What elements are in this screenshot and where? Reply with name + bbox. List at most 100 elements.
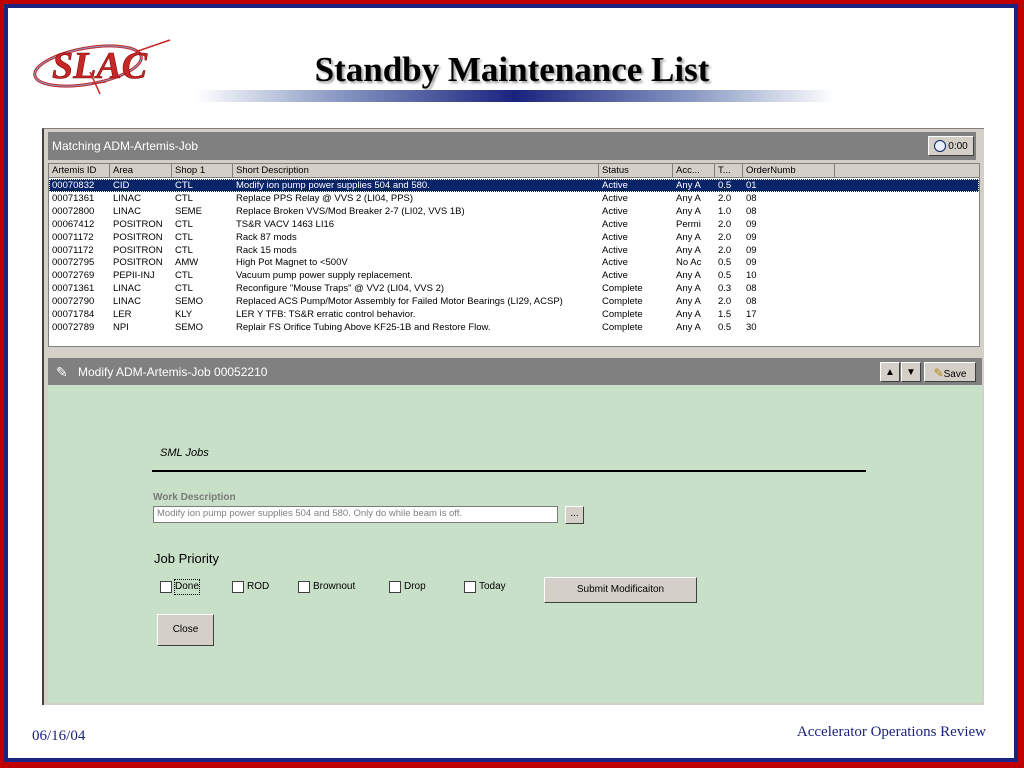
column-header-area[interactable]: Area bbox=[110, 164, 172, 178]
table-cell-order: 01 bbox=[746, 180, 757, 191]
table-cell-status: Active bbox=[602, 257, 628, 269]
column-header-short-description[interactable]: Short Description bbox=[233, 164, 599, 178]
table-cell-status: Active bbox=[602, 205, 628, 217]
table-row[interactable]: 00070832 CID CTL Modify ion pump power supp… bbox=[49, 179, 979, 192]
footer-title: Accelerator Operations Review bbox=[796, 724, 986, 740]
table-cell-area: LER bbox=[113, 309, 132, 320]
table-cell-area: LINAC bbox=[113, 283, 141, 295]
work-description-field[interactable]: Modify ion pump power supplies 504 and 5… bbox=[153, 506, 558, 523]
table-cell-id: 00071784 bbox=[52, 309, 95, 320]
checkbox-box[interactable] bbox=[464, 581, 476, 593]
checkbox-label: Done bbox=[174, 579, 200, 595]
table-cell-desc: Rack 87 mods bbox=[236, 231, 297, 243]
checkbox-box[interactable] bbox=[160, 581, 172, 593]
table-row[interactable]: 00072790 LINAC SEMO Replaced ACS Pump/Motor… bbox=[49, 295, 979, 308]
table-cell-acc: Any A bbox=[676, 309, 701, 320]
table-cell-t: 0.5 bbox=[718, 180, 732, 191]
table-row[interactable]: 00072795 POSITRON AMW High Pot Magnet to <5… bbox=[49, 256, 979, 269]
table-cell-order: 17 bbox=[746, 309, 757, 320]
triangle-down-icon: ▼ bbox=[906, 367, 916, 378]
list-panel-header: Matching ADM-Artemis-Job 0:00 bbox=[48, 132, 976, 160]
table-cell-area: NPI bbox=[113, 321, 129, 333]
column-header-status[interactable]: Status bbox=[599, 164, 673, 178]
submit-modification-button[interactable]: Submit Modificaiton bbox=[544, 577, 697, 603]
move-down-button[interactable]: ▼ bbox=[901, 362, 921, 382]
table-cell-id: 00071361 bbox=[52, 192, 95, 204]
table-cell-status: Complete bbox=[602, 296, 643, 308]
table-cell-order: 08 bbox=[746, 192, 757, 204]
column-header-filler bbox=[835, 164, 979, 178]
table-row[interactable]: 00071361 LINAC CTL Replace PPS Relay @ VVS … bbox=[49, 192, 979, 205]
browse-button[interactable]: ... bbox=[565, 506, 584, 524]
table-row[interactable]: 00071172 POSITRON CTL Rack 87 mods Active Any… bbox=[49, 231, 979, 244]
checkbox-box[interactable] bbox=[298, 581, 310, 593]
pencil-icon: ✎ bbox=[933, 366, 944, 380]
table-cell-shop: CTL bbox=[175, 218, 193, 230]
table-cell-acc: Any A bbox=[676, 296, 701, 308]
table-row[interactable]: 00072769 PEPII-INJ CTL Vacuum pump power su… bbox=[49, 269, 979, 282]
slide-title: Standby Maintenance List bbox=[314, 50, 710, 89]
table-cell-shop: AMW bbox=[175, 257, 199, 269]
table-cell-desc: Replair FS Orifice Tubing Above KF25-1B … bbox=[236, 321, 491, 333]
table-cell-acc: Permi bbox=[676, 218, 701, 230]
table-cell-t: 2.0 bbox=[718, 218, 732, 230]
table-cell-id: 00072795 bbox=[52, 257, 95, 269]
footer-date: 06/16/04 bbox=[32, 728, 86, 744]
table-cell-t: 0.5 bbox=[718, 321, 732, 333]
table-cell-area: POSITRON bbox=[113, 257, 163, 269]
table-cell-t: 1.0 bbox=[718, 205, 732, 217]
job-priority-heading: Job Priority bbox=[154, 551, 220, 566]
table-cell-area: LINAC bbox=[113, 192, 141, 204]
table-row[interactable]: 00072789 NPI SEMO Replair FS Orifice Tubing… bbox=[49, 321, 979, 334]
table-cell-shop: CTL bbox=[175, 231, 193, 243]
table-cell-id: 00071361 bbox=[52, 283, 95, 295]
column-header-shop[interactable]: Shop 1 bbox=[172, 164, 233, 178]
table-cell-area: POSITRON bbox=[113, 244, 163, 256]
table-cell-t: 2.0 bbox=[718, 244, 732, 256]
job-table[interactable]: Artemis ID Area Shop 1 Short Description… bbox=[48, 163, 980, 347]
column-header-access[interactable]: Acc... bbox=[673, 164, 715, 178]
save-button-label: Save bbox=[943, 369, 967, 380]
close-button[interactable]: Close bbox=[157, 614, 214, 646]
checkbox-label: Today bbox=[479, 581, 506, 592]
table-cell-area: PEPII-INJ bbox=[113, 270, 155, 282]
table-cell-t: 2.0 bbox=[718, 296, 732, 308]
table-cell-order: 08 bbox=[746, 283, 757, 295]
table-row[interactable]: 00072800 LINAC SEME Replace Broken VVS/Mod … bbox=[49, 205, 979, 218]
column-header-time[interactable]: T... bbox=[715, 164, 743, 178]
application-window: Matching ADM-Artemis-Job 0:00 Artemis ID… bbox=[42, 128, 984, 705]
table-cell-t: 1.5 bbox=[718, 309, 732, 320]
table-cell-order: 09 bbox=[746, 244, 757, 256]
checkbox-box[interactable] bbox=[389, 581, 401, 593]
table-cell-shop: SEMO bbox=[175, 321, 203, 333]
table-cell-id: 00070832 bbox=[52, 180, 95, 191]
work-description-label: Work Description bbox=[153, 492, 236, 503]
table-cell-area: CID bbox=[113, 180, 130, 191]
table-row[interactable]: 00067412 POSITRON CTL TS&R VACV 1463 LI16 Ac… bbox=[49, 218, 979, 231]
table-cell-status: Active bbox=[602, 180, 628, 191]
table-cell-order: 09 bbox=[746, 218, 757, 230]
checkbox-label: ROD bbox=[247, 581, 270, 592]
table-cell-shop: CTL bbox=[175, 192, 193, 204]
table-row[interactable]: 00071361 LINAC CTL Reconfigure "Mouse Traps… bbox=[49, 282, 979, 295]
table-cell-acc: Any A bbox=[676, 205, 701, 217]
table-cell-id: 00067412 bbox=[52, 218, 95, 230]
table-row[interactable]: 00071784 LER KLY LER Y TFB: TS&R erratic co… bbox=[49, 308, 979, 321]
table-cell-id: 00072789 bbox=[52, 321, 95, 333]
move-up-button[interactable]: ▲ bbox=[880, 362, 900, 382]
table-cell-desc: Vacuum pump power supply replacement. bbox=[236, 270, 413, 282]
table-row[interactable]: 00071172 POSITRON CTL Rack 15 mods Active Any… bbox=[49, 244, 979, 257]
table-cell-id: 00072800 bbox=[52, 205, 95, 217]
table-cell-status: Complete bbox=[602, 309, 643, 320]
column-header-order-number[interactable]: OrderNumb bbox=[743, 164, 835, 178]
table-cell-t: 2.0 bbox=[718, 231, 732, 243]
table-cell-order: 10 bbox=[746, 270, 757, 282]
sml-jobs-heading: SML Jobs bbox=[160, 447, 209, 459]
column-header-artemis-id[interactable]: Artemis ID bbox=[49, 164, 110, 178]
table-cell-status: Complete bbox=[602, 283, 643, 295]
table-header: Artemis ID Area Shop 1 Short Description… bbox=[49, 164, 979, 178]
save-button[interactable]: ✎Save bbox=[924, 362, 976, 382]
timer-button[interactable]: 0:00 bbox=[928, 136, 974, 156]
checkbox-label: Drop bbox=[404, 581, 426, 592]
checkbox-box[interactable] bbox=[232, 581, 244, 593]
